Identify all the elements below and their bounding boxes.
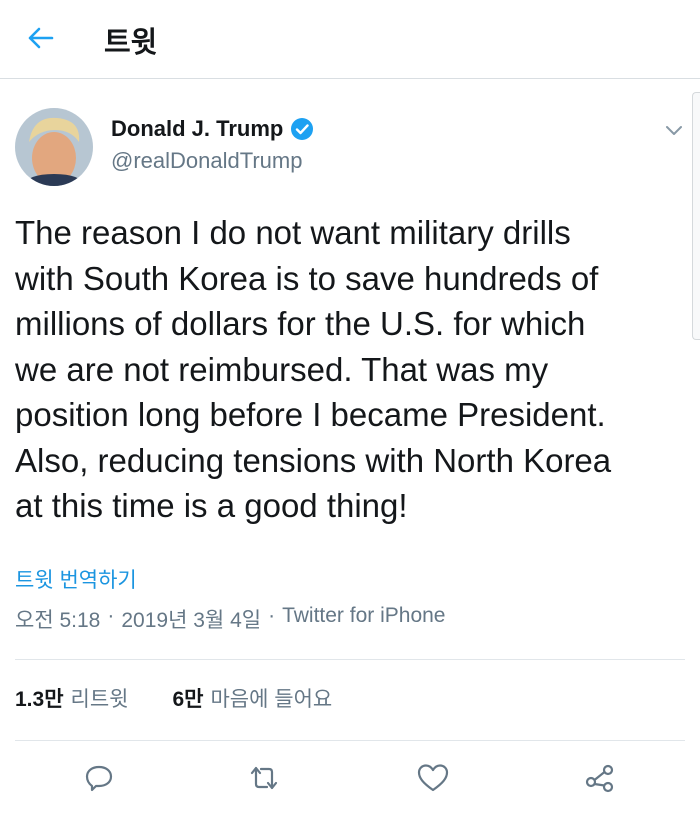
like-stat[interactable]: 6만 마음에 들어요 (172, 683, 332, 713)
translate-tweet-link[interactable]: 트윗 번역하기 (15, 564, 137, 594)
tweet-menu-button[interactable] (662, 118, 686, 142)
verified-badge-icon (291, 118, 314, 140)
tweet-time: 오전 5:18 (15, 609, 101, 632)
author-name[interactable]: Donald J. Trump (111, 116, 283, 142)
like-count: 6만 (172, 688, 204, 711)
like-button[interactable] (415, 760, 451, 796)
scrollbar[interactable] (692, 92, 700, 340)
like-label: 마음에 들어요 (210, 688, 333, 711)
profile-photo (15, 108, 93, 186)
share-icon (585, 764, 614, 793)
tweet-text: The reason I do not want military drills… (15, 214, 612, 524)
retweet-button[interactable] (246, 760, 282, 796)
tweet-metadata: 오전 5:18 · 2019년 3월 4일 · Twitter for iPho… (15, 604, 445, 634)
chevron-down-icon (666, 126, 682, 135)
divider (15, 659, 685, 660)
author-name-row: Donald J. Trump (111, 116, 315, 142)
divider (15, 740, 685, 741)
author-handle[interactable]: @realDonaldTrump (111, 148, 302, 174)
page-title: 트윗 (104, 27, 158, 59)
back-button[interactable] (22, 20, 58, 56)
heart-icon (417, 764, 449, 792)
share-button[interactable] (582, 760, 618, 796)
app-header: 트윗 (0, 0, 700, 79)
tweet-stats: 1.3만 리트윗 6만 마음에 들어요 (15, 683, 332, 713)
avatar[interactable] (15, 108, 93, 186)
retweet-icon (250, 766, 278, 790)
tweet-date: 2019년 3월 4일 (121, 609, 262, 632)
arrow-left-icon (28, 27, 54, 49)
separator: · (107, 604, 115, 627)
retweet-count: 1.3만 (15, 688, 64, 711)
retweet-stat[interactable]: 1.3만 리트윗 (15, 683, 128, 713)
reply-button[interactable] (81, 760, 117, 796)
separator: · (268, 604, 276, 627)
tweet-source[interactable]: Twitter for iPhone (282, 604, 445, 634)
reply-icon (85, 765, 113, 792)
retweet-label: 리트윗 (70, 688, 129, 711)
